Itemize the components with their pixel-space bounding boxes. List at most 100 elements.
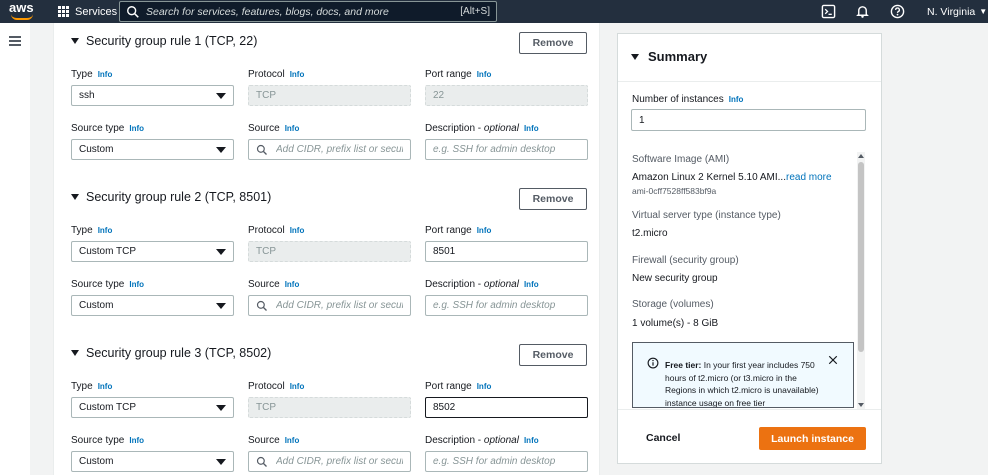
type-label: Type Info	[71, 225, 113, 236]
services-menu-button[interactable]: Services	[58, 0, 117, 23]
info-link[interactable]: Info	[477, 70, 492, 79]
close-icon[interactable]	[827, 354, 839, 366]
info-link[interactable]: Info	[290, 382, 305, 391]
aws-logo[interactable]: aws	[9, 1, 39, 21]
number-of-instances-input[interactable]: 1	[631, 109, 866, 131]
hamburger-menu-icon[interactable]	[9, 36, 21, 46]
source-type-label: Source type Info	[71, 279, 145, 290]
port-range-label: Port range Info	[425, 225, 492, 236]
aws-logo-text: aws	[9, 0, 34, 15]
remove-rule-button[interactable]: Remove	[519, 344, 587, 366]
port-range-value: 22	[433, 90, 445, 101]
caret-down-icon	[71, 194, 79, 200]
type-value: ssh	[79, 90, 95, 101]
ami-id: ami-0cff7528ff583bf9a	[632, 186, 717, 196]
info-link[interactable]: Info	[285, 124, 300, 133]
description-input[interactable]: e.g. SSH for admin desktop	[425, 139, 588, 160]
info-link[interactable]: Info	[524, 124, 539, 133]
info-link[interactable]: Info	[285, 280, 300, 289]
info-link[interactable]: Info	[98, 382, 113, 391]
free-tier-alert: Free tier: In your first year includes 7…	[632, 342, 854, 408]
search-icon	[256, 300, 267, 311]
protocol-label: Protocol Info	[248, 225, 305, 236]
info-link[interactable]: Info	[285, 436, 300, 445]
type-select[interactable]: Custom TCP	[71, 397, 234, 418]
cloudshell-icon[interactable]	[821, 4, 836, 19]
source-type-value: Custom	[79, 144, 114, 155]
protocol-field: TCP	[248, 85, 411, 106]
info-link[interactable]: Info	[98, 226, 113, 235]
remove-rule-button[interactable]: Remove	[519, 32, 587, 54]
instances-value: 1	[639, 114, 645, 126]
storage-label: Storage (volumes)	[632, 299, 714, 310]
help-icon[interactable]	[890, 4, 905, 19]
storage-value[interactable]: 1 volume(s) - 8 GiB	[632, 318, 718, 329]
summary-scrollbar[interactable]	[857, 152, 865, 409]
read-more-link[interactable]: read more	[786, 172, 832, 183]
type-select[interactable]: ssh	[71, 85, 234, 106]
remove-rule-button[interactable]: Remove	[519, 188, 587, 210]
source-type-label: Source type Info	[71, 435, 145, 446]
info-link[interactable]: Info	[477, 382, 492, 391]
port-range-input[interactable]: 8501	[425, 241, 588, 262]
launch-instance-button[interactable]: Launch instance	[759, 427, 866, 450]
ami-label: Software Image (AMI)	[632, 154, 730, 165]
description-label: Description - optional Info	[425, 123, 539, 134]
instance-type-value[interactable]: t2.micro	[632, 228, 668, 239]
port-range-field: 22	[425, 85, 588, 106]
info-link[interactable]: Info	[129, 280, 144, 289]
divider	[618, 81, 881, 82]
firewall-label: Firewall (security group)	[632, 255, 739, 266]
source-type-select[interactable]: Custom	[71, 295, 234, 316]
info-link[interactable]: Info	[129, 436, 144, 445]
cancel-button[interactable]: Cancel	[646, 432, 680, 444]
description-placeholder: e.g. SSH for admin desktop	[433, 144, 556, 155]
source-input[interactable]: Add CIDR, prefix list or security	[248, 451, 411, 472]
divider	[618, 409, 881, 410]
description-input[interactable]: e.g. SSH for admin desktop	[425, 451, 588, 472]
source-label: Source Info	[248, 435, 300, 446]
source-input[interactable]: Add CIDR, prefix list or security	[248, 295, 411, 316]
region-selector[interactable]: N. Virginia ▼	[927, 0, 987, 23]
info-link[interactable]: Info	[729, 95, 744, 104]
type-value: Custom TCP	[79, 246, 137, 257]
rule-title: Security group rule 3 (TCP, 8502)	[86, 346, 272, 360]
description-input[interactable]: e.g. SSH for admin desktop	[425, 295, 588, 316]
info-link[interactable]: Info	[477, 226, 492, 235]
protocol-value: TCP	[256, 246, 276, 257]
source-input[interactable]: Add CIDR, prefix list or security	[248, 139, 411, 160]
rule-title: Security group rule 1 (TCP, 22)	[86, 34, 258, 48]
rule-header[interactable]: Security group rule 1 (TCP, 22)	[71, 34, 257, 48]
left-rail	[0, 23, 30, 475]
scroll-up-icon[interactable]	[858, 154, 864, 158]
protocol-value: TCP	[256, 90, 276, 101]
search-placeholder: Search for services, features, blogs, do…	[146, 5, 389, 18]
info-link[interactable]: Info	[98, 70, 113, 79]
aws-smile-icon	[11, 14, 33, 20]
search-input[interactable]: Search for services, features, blogs, do…	[119, 1, 497, 22]
bell-icon[interactable]	[855, 4, 870, 19]
port-range-input[interactable]: 8502	[425, 397, 588, 418]
rule-header[interactable]: Security group rule 3 (TCP, 8502)	[71, 346, 271, 360]
info-link[interactable]: Info	[290, 70, 305, 79]
type-select[interactable]: Custom TCP	[71, 241, 234, 262]
rule-header[interactable]: Security group rule 2 (TCP, 8501)	[71, 190, 271, 204]
scroll-thumb[interactable]	[858, 162, 864, 352]
source-type-value: Custom	[79, 456, 114, 467]
info-link[interactable]: Info	[524, 280, 539, 289]
dropdown-arrow-icon	[216, 93, 226, 99]
scroll-down-icon[interactable]	[858, 403, 864, 407]
description-label: Description - optional Info	[425, 279, 539, 290]
firewall-value[interactable]: New security group	[632, 273, 718, 284]
source-type-select[interactable]: Custom	[71, 139, 234, 160]
source-type-select[interactable]: Custom	[71, 451, 234, 472]
security-group-rules-panel: Security group rule 1 (TCP, 22) Remove T…	[53, 23, 600, 475]
description-label: Description - optional Info	[425, 435, 539, 446]
type-label: Type Info	[71, 381, 113, 392]
info-link[interactable]: Info	[524, 436, 539, 445]
info-link[interactable]: Info	[129, 124, 144, 133]
source-label: Source Info	[248, 279, 300, 290]
info-link[interactable]: Info	[290, 226, 305, 235]
type-label: Type Info	[71, 69, 113, 80]
summary-header[interactable]: Summary	[631, 49, 707, 64]
